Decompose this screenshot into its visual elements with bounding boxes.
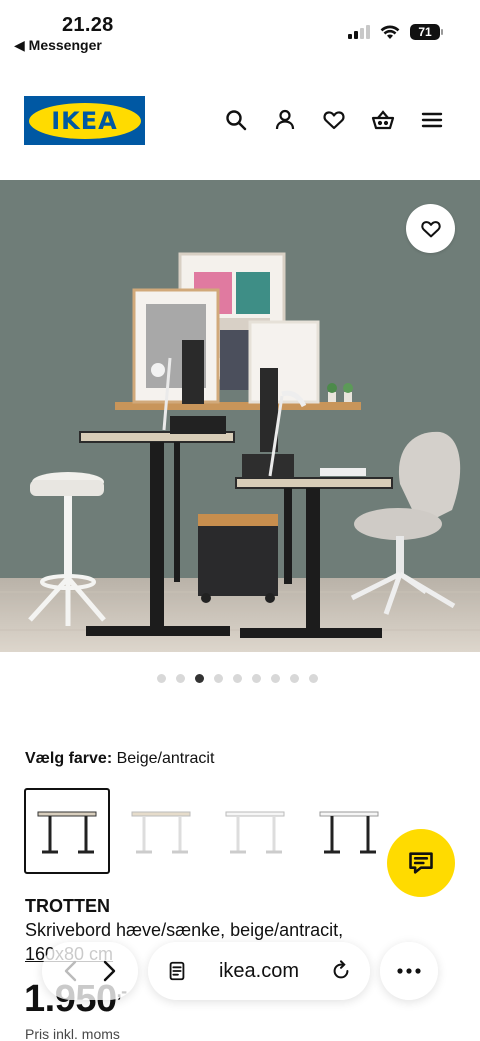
basket-icon[interactable]	[371, 108, 395, 132]
add-to-favorites-button[interactable]	[406, 204, 455, 253]
back-to-app-link[interactable]: ◀ Messenger	[14, 37, 102, 54]
swatch-white-anthracite[interactable]	[306, 788, 392, 874]
desk-thumbnail-icon	[131, 811, 191, 854]
swatch-beige-anthracite[interactable]	[24, 788, 110, 874]
reader-mode-icon[interactable]	[166, 960, 188, 982]
search-icon[interactable]	[224, 108, 248, 132]
reload-icon[interactable]	[330, 960, 352, 982]
more-icon	[397, 968, 421, 974]
swatch-white[interactable]	[212, 788, 298, 874]
account-icon[interactable]	[273, 108, 297, 132]
pagination-dot-active[interactable]	[195, 674, 204, 683]
vat-note: Pris inkl. moms	[25, 1026, 120, 1041]
battery-icon: 71	[410, 24, 443, 40]
status-time: 21.28	[62, 14, 114, 36]
color-swatches	[24, 788, 392, 874]
site-header: IKEA	[0, 90, 480, 152]
address-bar[interactable]: ikea.com	[148, 942, 370, 1000]
logo-text: IKEA	[51, 106, 118, 135]
color-label: Vælg farve:	[25, 750, 113, 767]
color-selector-label: Vælg farve: Beige/antracit	[25, 750, 214, 768]
product-description: Skrivebord hæve/sænke, beige/antracit,	[25, 920, 344, 940]
product-name: TROTTEN	[25, 896, 110, 916]
browser-nav-buttons	[42, 942, 138, 1000]
product-photo-illustration	[0, 180, 480, 652]
menu-icon[interactable]	[420, 108, 444, 132]
url-text[interactable]: ikea.com	[188, 960, 330, 983]
forward-chevron-icon[interactable]	[99, 959, 119, 983]
status-bar: 21.28 ◀ Messenger 71	[0, 0, 480, 62]
pagination-dot[interactable]	[309, 674, 318, 683]
color-value: Beige/antracit	[116, 750, 215, 767]
desk-thumbnail-icon	[225, 811, 285, 854]
favorites-icon[interactable]	[322, 108, 346, 132]
swatch-beige-white[interactable]	[118, 788, 204, 874]
desk-thumbnail-icon	[319, 811, 379, 854]
pagination-dot[interactable]	[290, 674, 299, 683]
ikea-logo[interactable]: IKEA	[24, 96, 145, 145]
pagination-dot[interactable]	[157, 674, 166, 683]
pagination-dot[interactable]	[252, 674, 261, 683]
pagination-dot[interactable]	[233, 674, 242, 683]
more-options-button[interactable]	[380, 942, 438, 1000]
pagination-dot[interactable]	[214, 674, 223, 683]
image-pagination	[157, 674, 318, 683]
back-chevron-icon[interactable]	[61, 959, 81, 983]
pagination-dot[interactable]	[176, 674, 185, 683]
cellular-signal-icon	[348, 25, 370, 39]
header-actions	[224, 108, 444, 132]
desk-thumbnail-icon	[37, 811, 97, 854]
wifi-icon	[380, 25, 400, 39]
chat-icon	[409, 852, 433, 874]
pagination-dot[interactable]	[271, 674, 280, 683]
status-indicators: 71	[348, 24, 443, 40]
chat-button[interactable]	[387, 829, 455, 897]
heart-icon	[420, 220, 441, 237]
product-image[interactable]	[0, 180, 480, 652]
